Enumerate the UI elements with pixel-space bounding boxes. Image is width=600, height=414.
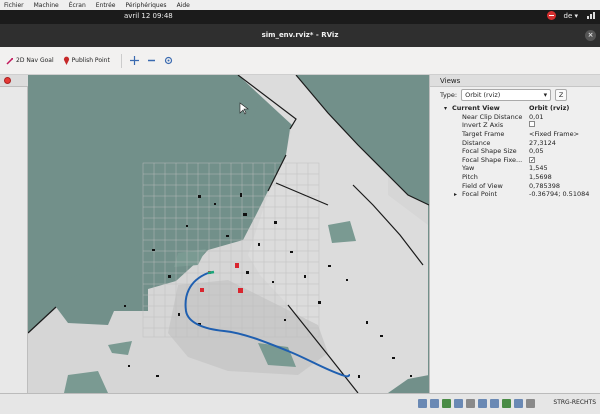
- move-camera-icon[interactable]: [129, 56, 139, 65]
- publish-point-label: Publish Point: [71, 57, 110, 64]
- render-viewport[interactable]: [28, 75, 429, 393]
- property-key: Yaw: [462, 164, 475, 173]
- host-status-bar: STRG-RECHTS: [0, 393, 600, 414]
- property-value[interactable]: -0.36794; 0.51084: [529, 190, 600, 198]
- view-property-tree: ▾ Current View Orbit (rviz) Near Clip Di…: [430, 104, 600, 199]
- property-value[interactable]: <Fixed Frame>: [529, 130, 600, 138]
- menu-aide[interactable]: Aide: [177, 2, 190, 9]
- usb-icon[interactable]: [466, 399, 475, 408]
- property-row[interactable]: Focal Shape Size 0,05: [430, 147, 600, 156]
- optical-drive-icon[interactable]: [430, 399, 439, 408]
- view-type-select[interactable]: Orbit (rviz): [461, 89, 552, 101]
- window-title: sim_env.rviz* - RViz: [261, 31, 339, 39]
- recording-icon[interactable]: [502, 399, 511, 408]
- shared-folder-icon[interactable]: [478, 399, 487, 408]
- rviz-toolbar: 2D Nav Goal Publish Point: [0, 47, 600, 75]
- host-key-label: STRG-RECHTS: [553, 399, 596, 406]
- property-key: Focal Shape Size: [462, 147, 517, 156]
- expand-arrow-icon[interactable]: ▾: [444, 105, 447, 112]
- hard-disk-icon[interactable]: [418, 399, 427, 408]
- property-row[interactable]: Target Frame <Fixed Frame>: [430, 130, 600, 139]
- property-key: Pitch: [462, 173, 478, 182]
- path-start-segment: [207, 270, 215, 275]
- desktop-top-bar: avril 12 09:48 de ▾: [0, 10, 600, 24]
- nav-goal-button[interactable]: 2D Nav Goal: [6, 57, 54, 65]
- checkbox-checked[interactable]: ✓: [529, 156, 535, 163]
- language-selector[interactable]: de ▾: [564, 12, 579, 20]
- network-adapter-icon[interactable]: [454, 399, 463, 408]
- minus-icon[interactable]: [147, 56, 156, 65]
- views-panel-title: Views: [440, 76, 461, 85]
- property-value[interactable]: 0,05: [529, 147, 600, 155]
- property-key: Target Frame: [462, 130, 505, 139]
- property-value[interactable]: 27,3124: [529, 139, 600, 147]
- property-row[interactable]: Invert Z Axis: [430, 121, 600, 130]
- menu-entree[interactable]: Entrée: [96, 2, 116, 9]
- audio-icon[interactable]: [442, 399, 451, 408]
- property-value[interactable]: 0,01: [529, 113, 600, 121]
- property-row[interactable]: ▸ Focal Point -0.36794; 0.51084: [430, 190, 600, 199]
- property-value[interactable]: 1,545: [529, 164, 600, 172]
- network-icon[interactable]: [586, 11, 596, 20]
- property-value[interactable]: [529, 121, 600, 129]
- menu-machine[interactable]: Machine: [34, 2, 59, 9]
- property-row[interactable]: Focal Shape Fixe... ✓: [430, 156, 600, 165]
- do-not-disturb-icon[interactable]: [546, 11, 556, 20]
- view-type-row: Type: Orbit (rviz) Z: [430, 87, 600, 103]
- view-type-label: Type:: [440, 91, 458, 99]
- checkbox-unchecked[interactable]: [529, 121, 535, 128]
- menu-fichier[interactable]: Fichier: [4, 2, 24, 9]
- current-view-row[interactable]: ▾ Current View Orbit (rviz): [430, 104, 600, 113]
- menu-peripheriques[interactable]: Périphériques: [125, 2, 166, 9]
- pencil-arrow-icon: [6, 57, 13, 65]
- current-view-value: Orbit (rviz): [529, 104, 570, 113]
- property-value[interactable]: 1,5698: [529, 173, 600, 181]
- property-key: Focal Shape Fixe...: [462, 155, 523, 164]
- toolbar-separator: [120, 53, 122, 68]
- displays-panel-header: [0, 75, 28, 87]
- views-panel-header: Views: [430, 75, 600, 87]
- property-key: Distance: [462, 138, 491, 147]
- cpu-icon[interactable]: [514, 399, 523, 408]
- property-row[interactable]: Yaw 1,545: [430, 164, 600, 173]
- property-row[interactable]: Distance 27,3124: [430, 138, 600, 147]
- system-tray: de ▾: [546, 11, 597, 20]
- views-panel: Views Type: Orbit (rviz) Z ▾ Current Vie…: [429, 75, 600, 393]
- map-pin-icon: [63, 56, 69, 65]
- property-key: Field of View: [462, 181, 503, 190]
- mouse-integration-icon[interactable]: [526, 399, 535, 408]
- property-row[interactable]: Field of View 0,785398: [430, 181, 600, 190]
- publish-point-button[interactable]: Publish Point: [63, 56, 110, 65]
- clock[interactable]: avril 12 09:48: [124, 12, 173, 20]
- window-title-bar: sim_env.rviz* - RViz ×: [0, 24, 600, 47]
- property-key: Invert Z Axis: [462, 121, 504, 130]
- panel-close-icon[interactable]: [4, 77, 11, 84]
- expand-arrow-icon[interactable]: ▸: [454, 191, 457, 198]
- vm-status-icons: [418, 399, 535, 408]
- property-value[interactable]: 0,785398: [529, 182, 600, 190]
- focus-camera-icon[interactable]: [164, 56, 173, 65]
- property-key: Near Clip Distance: [462, 112, 523, 121]
- current-view-label: Current View: [452, 104, 500, 113]
- menu-ecran[interactable]: Écran: [69, 2, 86, 9]
- zero-button[interactable]: Z: [555, 89, 568, 101]
- property-key: Focal Point: [462, 190, 498, 199]
- property-row[interactable]: Pitch 1,5698: [430, 173, 600, 182]
- close-window-button[interactable]: ×: [585, 30, 596, 41]
- displays-panel-collapsed: [0, 75, 28, 393]
- vm-menubar: Fichier Machine Écran Entrée Périphériqu…: [0, 0, 600, 10]
- property-row[interactable]: Near Clip Distance 0,01: [430, 113, 600, 122]
- nav-goal-label: 2D Nav Goal: [16, 57, 54, 64]
- display-icon[interactable]: [490, 399, 499, 408]
- occupancy-map[interactable]: [28, 75, 429, 393]
- property-value[interactable]: ✓: [529, 156, 600, 164]
